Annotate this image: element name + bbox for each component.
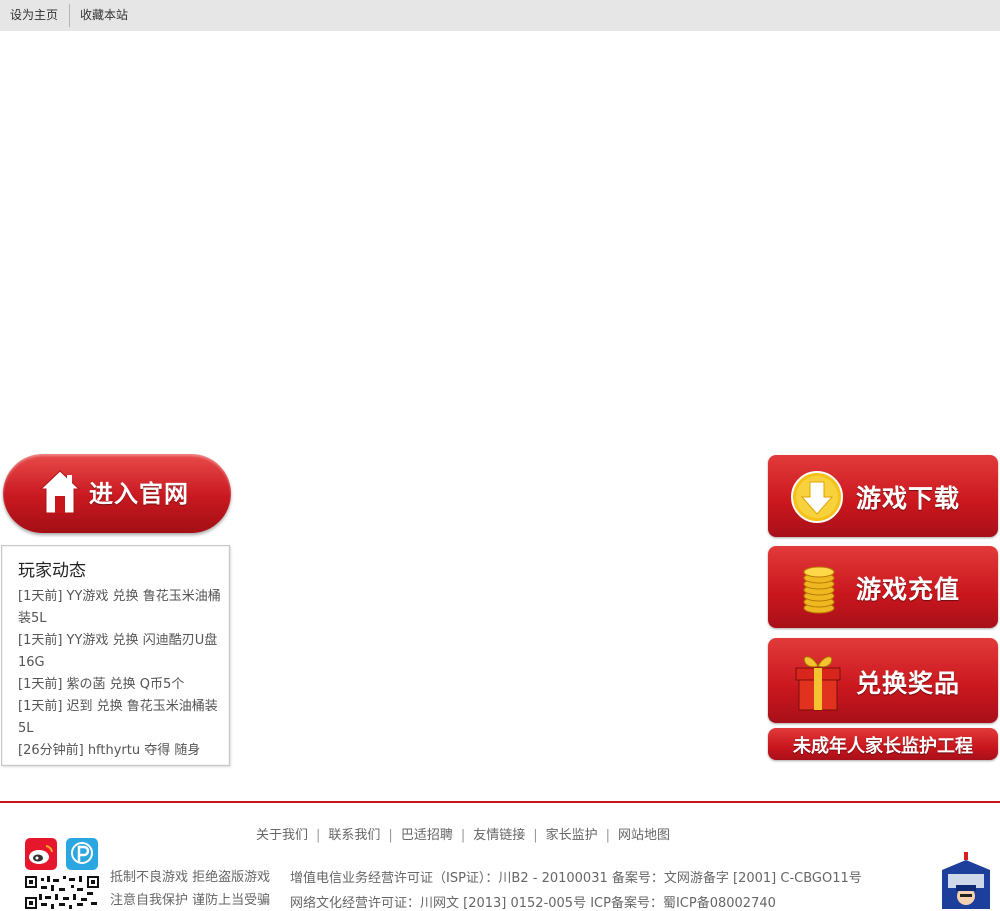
divider [69,4,70,27]
bookmark-link[interactable]: 收藏本站 [80,0,128,31]
list-item: [1天前] 紫の菡 兑换 Q币5个 [18,677,185,692]
player-activity-panel: 玩家动态 [1天前] YY游戏 兑换 鲁花玉米油桶装5L [1天前] YY游戏 … [1,545,230,766]
activity-title: 玩家动态 [18,561,86,581]
gold-coins-icon [803,566,835,614]
contact-us-link[interactable]: 联系我们 [328,828,380,843]
about-us-link[interactable]: 关于我们 [256,828,308,843]
game-download-button[interactable]: 游戏下载 [768,455,998,537]
recharge-label: 游戏充值 [856,575,961,604]
qr-code-icon [25,876,99,909]
parental-guardianship-button[interactable]: 未成年人家长监护工程 [768,728,998,760]
license-line-1: 增值电信业务经营许可证（ISP证）：川B2 - 20100031 备案号：文网游… [290,871,862,886]
exchange-prize-button[interactable]: 兑换奖品 [768,638,998,723]
game-recharge-button[interactable]: 游戏充值 [768,546,998,628]
download-arrow-icon [791,471,843,523]
activity-list: [1天前] YY游戏 兑换 鲁花玉米油桶装5L [1天前] YY游戏 兑换 闪迪… [18,586,223,762]
exchange-label: 兑换奖品 [856,669,961,698]
footer-links: 关于我们 | 联系我们 | 巴适招聘 | 友情链接 | 家长监护 | 网站地图 [256,828,671,843]
sitemap-link[interactable]: 网站地图 [618,828,670,843]
list-item: [1天前] YY游戏 兑换 鲁花玉米油桶装5L [18,589,221,626]
weibo-icon[interactable] [25,838,57,870]
set-homepage-link[interactable]: 设为主页 [10,0,58,31]
app-p-icon[interactable] [66,838,98,870]
slogan-line-1: 抵制不良游戏 拒绝盗版游戏 [110,870,271,885]
gift-box-icon [795,656,841,711]
license-line-2: 网络文化经营许可证：川网文 [2013] 0152-005号 ICP备案号：蜀I… [290,896,776,911]
friend-links-link[interactable]: 友情链接 [473,828,525,843]
parental-monitor-link[interactable]: 家长监护 [546,828,598,843]
slogan-line-2: 注意自我保护 谨防上当受骗 [110,893,271,908]
recruitment-link[interactable]: 巴适招聘 [401,828,453,843]
home-icon [39,470,81,514]
enter-official-site-button[interactable]: 进入官网 [3,454,231,533]
download-label: 游戏下载 [856,484,961,513]
list-item: [26分钟前] hfthyrtu 夺得 随身 [18,743,201,758]
parent-label: 未成年人家长监护工程 [793,736,973,757]
footer-divider [0,801,1000,803]
list-item: [1天前] YY游戏 兑换 闪迪酷刃U盘16G [18,633,218,670]
enter-site-label: 进入官网 [89,480,189,508]
top-bar: 设为主页 收藏本站 [0,0,1000,31]
police-badge-icon[interactable] [938,852,994,909]
list-item: [1天前] 迟到 兑换 鲁花玉米油桶装5L [18,699,218,736]
